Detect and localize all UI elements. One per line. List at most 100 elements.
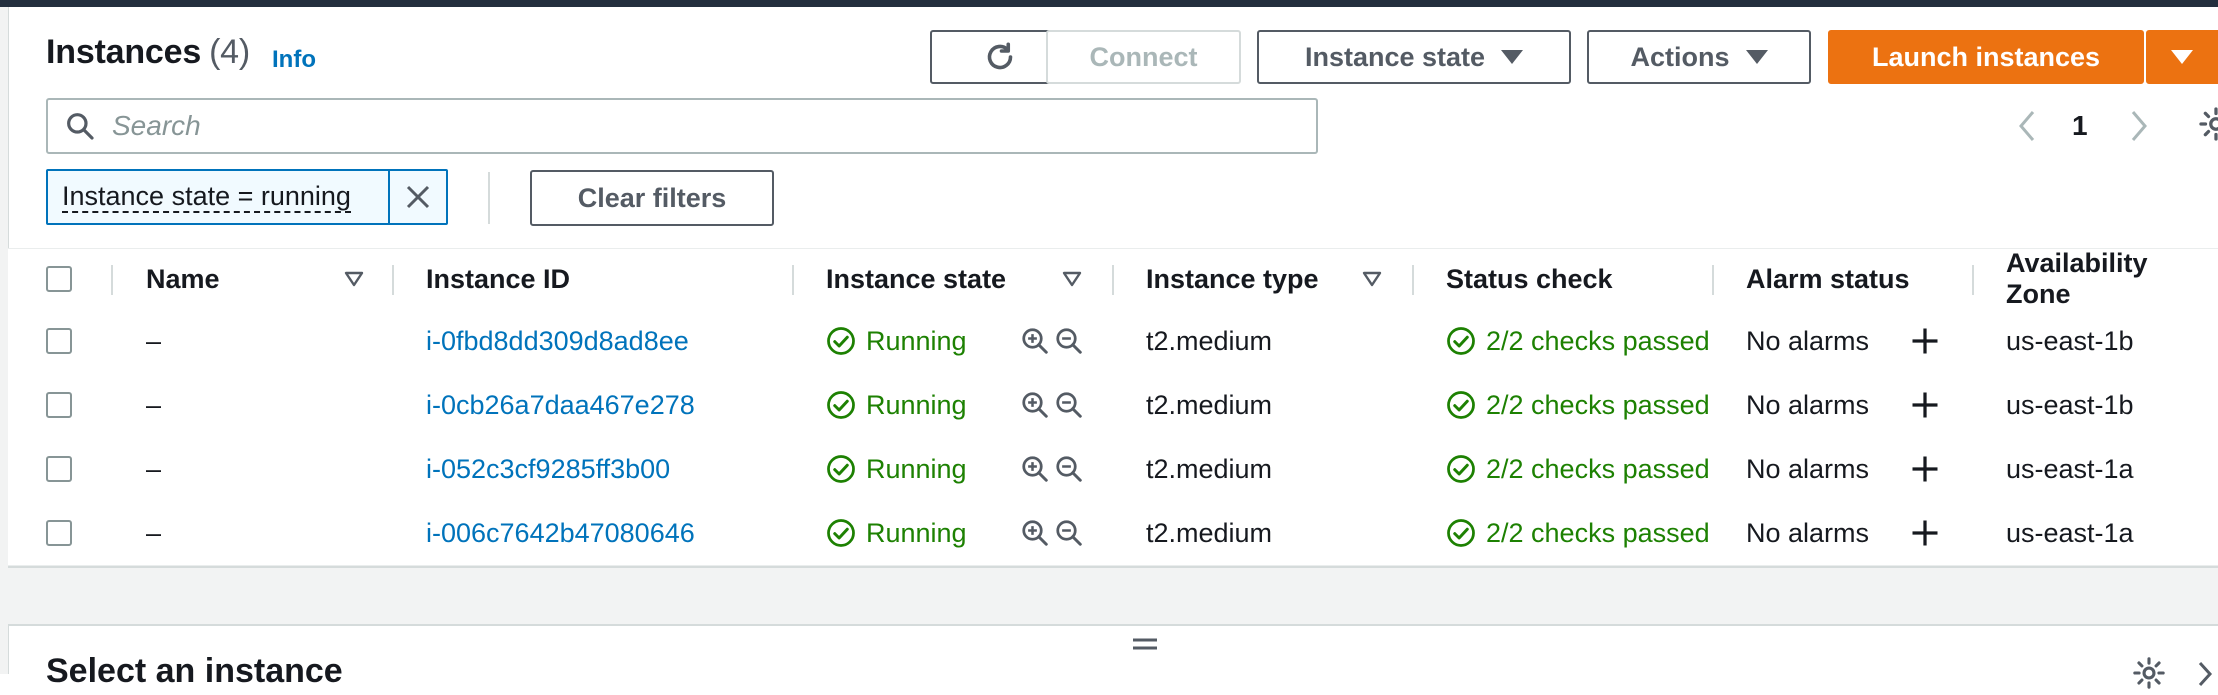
connect-button[interactable]: Connect <box>1046 30 1241 84</box>
caret-down-icon <box>1745 50 1768 64</box>
instance-id-link[interactable]: i-0fbd8dd309d8ad8ee <box>426 309 689 373</box>
add-alarm-icon[interactable] <box>1910 326 1940 356</box>
sort-icon[interactable] <box>1360 267 1384 291</box>
add-alarm-icon[interactable] <box>1910 454 1940 484</box>
refresh-icon <box>987 42 1012 70</box>
clear-filters-label: Clear filters <box>577 182 727 213</box>
column-divider <box>111 265 113 295</box>
zoom-out-icon[interactable] <box>1054 518 1084 548</box>
column-divider <box>392 265 394 295</box>
info-link[interactable]: Info <box>272 46 316 74</box>
state-filter-zoom[interactable] <box>1020 309 1084 373</box>
alarm-status: No alarms <box>1746 453 1870 484</box>
column-divider <box>1712 265 1714 295</box>
table-row[interactable]: – i-006c7642b47080646 Running t2.medium 2/2 … <box>8 501 2218 566</box>
column-header-availability-zone[interactable]: Availability Zone <box>2006 248 2218 309</box>
console-top-bar <box>0 0 2218 7</box>
alarm-status: No alarms <box>1746 389 1870 420</box>
table-row[interactable]: – i-052c3cf9285ff3b00 Running t2.medium 2/2 … <box>8 437 2218 502</box>
table-settings-button[interactable] <box>2198 106 2218 147</box>
status-check: 2/2 checks passed <box>1446 437 1710 501</box>
split-panel-close-button[interactable] <box>2196 660 2214 693</box>
status-check-label: 2/2 checks passed <box>1486 517 1710 548</box>
current-page-number[interactable]: 1 <box>2072 110 2088 142</box>
add-alarm-icon[interactable] <box>1910 518 1940 548</box>
instance-name: – <box>146 517 162 548</box>
instance-type: t2.medium <box>1146 517 1273 548</box>
details-panel-title: Select an instance <box>46 652 343 690</box>
row-select-checkbox[interactable] <box>46 520 72 546</box>
add-alarm-button[interactable] <box>1910 373 1940 437</box>
zoom-out-icon[interactable] <box>1054 326 1084 356</box>
chevron-right-icon <box>2131 111 2147 141</box>
close-icon <box>406 185 430 209</box>
check-circle-icon <box>827 391 855 419</box>
availability-zone: us-east-1a <box>2006 517 2134 548</box>
drag-handle-icon <box>1133 638 1157 650</box>
launch-instances-button[interactable]: Launch instances <box>1828 30 2144 84</box>
chevron-right-icon <box>2198 661 2213 687</box>
table-row[interactable]: – i-0fbd8dd309d8ad8ee Running t2.medium 2/2 … <box>8 309 2218 374</box>
actions-dropdown[interactable]: Actions <box>1587 30 1811 84</box>
row-select-checkbox[interactable] <box>46 456 72 482</box>
zoom-in-icon[interactable] <box>1020 390 1050 420</box>
resize-handle[interactable] <box>1130 634 1160 659</box>
state-filter-zoom[interactable] <box>1020 437 1084 501</box>
sort-icon[interactable] <box>1060 267 1084 291</box>
instance-name: – <box>146 389 162 420</box>
instance-state-dropdown[interactable]: Instance state <box>1257 30 1571 84</box>
column-header-instance-type[interactable]: Instance type <box>1146 249 1319 309</box>
split-panel-divider <box>8 566 2218 626</box>
remove-filter-button[interactable] <box>390 171 446 223</box>
filter-token-label[interactable]: Instance state = running <box>48 171 390 223</box>
status-check: 2/2 checks passed <box>1446 309 1710 373</box>
search-icon <box>67 113 94 140</box>
table-row[interactable]: – i-0cb26a7daa467e278 Running t2.medium 2/2 … <box>8 373 2218 438</box>
column-header-alarm-status[interactable]: Alarm status <box>1746 249 1910 309</box>
instance-id-link[interactable]: i-0cb26a7daa467e278 <box>426 373 695 437</box>
page-title-text: Instances <box>46 33 202 71</box>
launch-options-dropdown[interactable] <box>2146 30 2218 84</box>
column-header-status-check[interactable]: Status check <box>1446 249 1613 309</box>
instance-id-link[interactable]: i-006c7642b47080646 <box>426 501 695 565</box>
zoom-in-icon[interactable] <box>1020 454 1050 484</box>
filter-token[interactable]: Instance state = running <box>46 169 448 225</box>
column-header-name[interactable]: Name <box>146 249 220 309</box>
availability-zone: us-east-1b <box>2006 389 2134 420</box>
zoom-in-icon[interactable] <box>1020 326 1050 356</box>
row-select-checkbox[interactable] <box>46 328 72 354</box>
add-alarm-icon[interactable] <box>1910 390 1940 420</box>
column-header-instance-state[interactable]: Instance state <box>826 249 1006 309</box>
instance-state-running: Running <box>826 373 967 437</box>
instance-type: t2.medium <box>1146 389 1273 420</box>
clear-filters-button[interactable]: Clear filters <box>530 170 774 226</box>
instance-id-link[interactable]: i-052c3cf9285ff3b00 <box>426 437 670 501</box>
row-select-checkbox[interactable] <box>46 392 72 418</box>
status-check: 2/2 checks passed <box>1446 501 1710 565</box>
select-all-checkbox[interactable] <box>46 266 72 292</box>
alarm-status: No alarms <box>1746 517 1870 548</box>
zoom-out-icon[interactable] <box>1054 454 1084 484</box>
split-panel-settings-button[interactable] <box>2132 656 2166 695</box>
column-divider <box>1412 265 1414 295</box>
search-input[interactable] <box>110 109 1264 143</box>
column-header-instance-id[interactable]: Instance ID <box>426 249 570 309</box>
column-divider <box>792 265 794 295</box>
zoom-in-icon[interactable] <box>1020 518 1050 548</box>
launch-instances-label: Launch instances <box>1871 41 2101 72</box>
zoom-out-icon[interactable] <box>1054 390 1084 420</box>
search-box[interactable] <box>46 98 1318 154</box>
add-alarm-button[interactable] <box>1910 309 1940 373</box>
status-check-icon <box>1447 327 1475 355</box>
add-alarm-button[interactable] <box>1910 437 1940 501</box>
state-filter-zoom[interactable] <box>1020 501 1084 565</box>
gear-icon <box>2199 107 2218 141</box>
state-filter-zoom[interactable] <box>1020 373 1084 437</box>
caret-down-icon <box>1501 50 1524 64</box>
add-alarm-button[interactable] <box>1910 501 1940 565</box>
previous-page-button[interactable] <box>2012 108 2042 144</box>
next-page-button[interactable] <box>2124 108 2154 144</box>
status-check-label: 2/2 checks passed <box>1486 389 1710 420</box>
sort-icon[interactable] <box>342 267 366 291</box>
gear-icon <box>2133 657 2165 689</box>
